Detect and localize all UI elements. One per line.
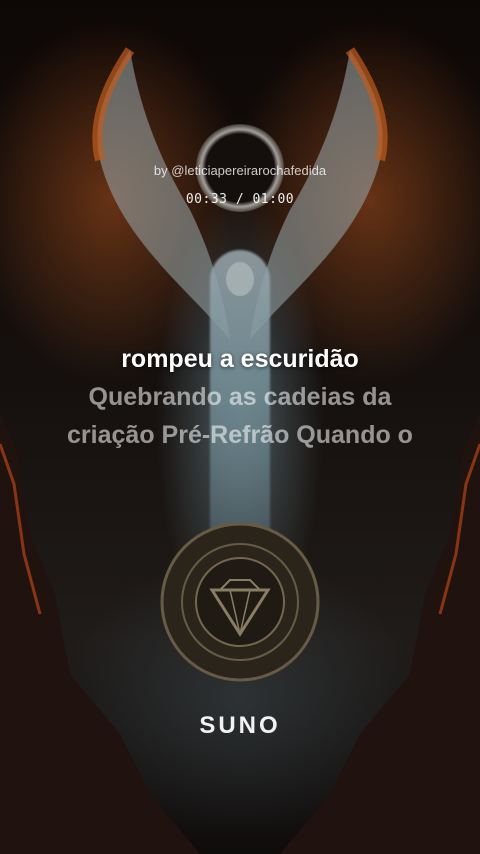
lyrics-panel: rompeu a escuridão Quebrando as cadeias … <box>20 340 460 454</box>
current-lyric-line: rompeu a escuridão <box>121 345 359 373</box>
total-time: 01:00 <box>252 192 295 207</box>
upcoming-lyric-line: criação Pré-Refrão Quando o <box>67 421 413 449</box>
suno-logo: SUNO <box>199 712 281 739</box>
time-separator: / <box>227 192 253 207</box>
artist-byline[interactable]: by @leticiapereirarochafedida <box>0 163 480 178</box>
player-screen: by @leticiapereirarochafedida 00:33 / 01… <box>0 0 480 854</box>
playback-timer: 00:33 / 01:00 <box>0 192 480 207</box>
elapsed-time: 00:33 <box>185 192 228 207</box>
upcoming-lyric-line: Quebrando as cadeias da <box>88 383 392 411</box>
